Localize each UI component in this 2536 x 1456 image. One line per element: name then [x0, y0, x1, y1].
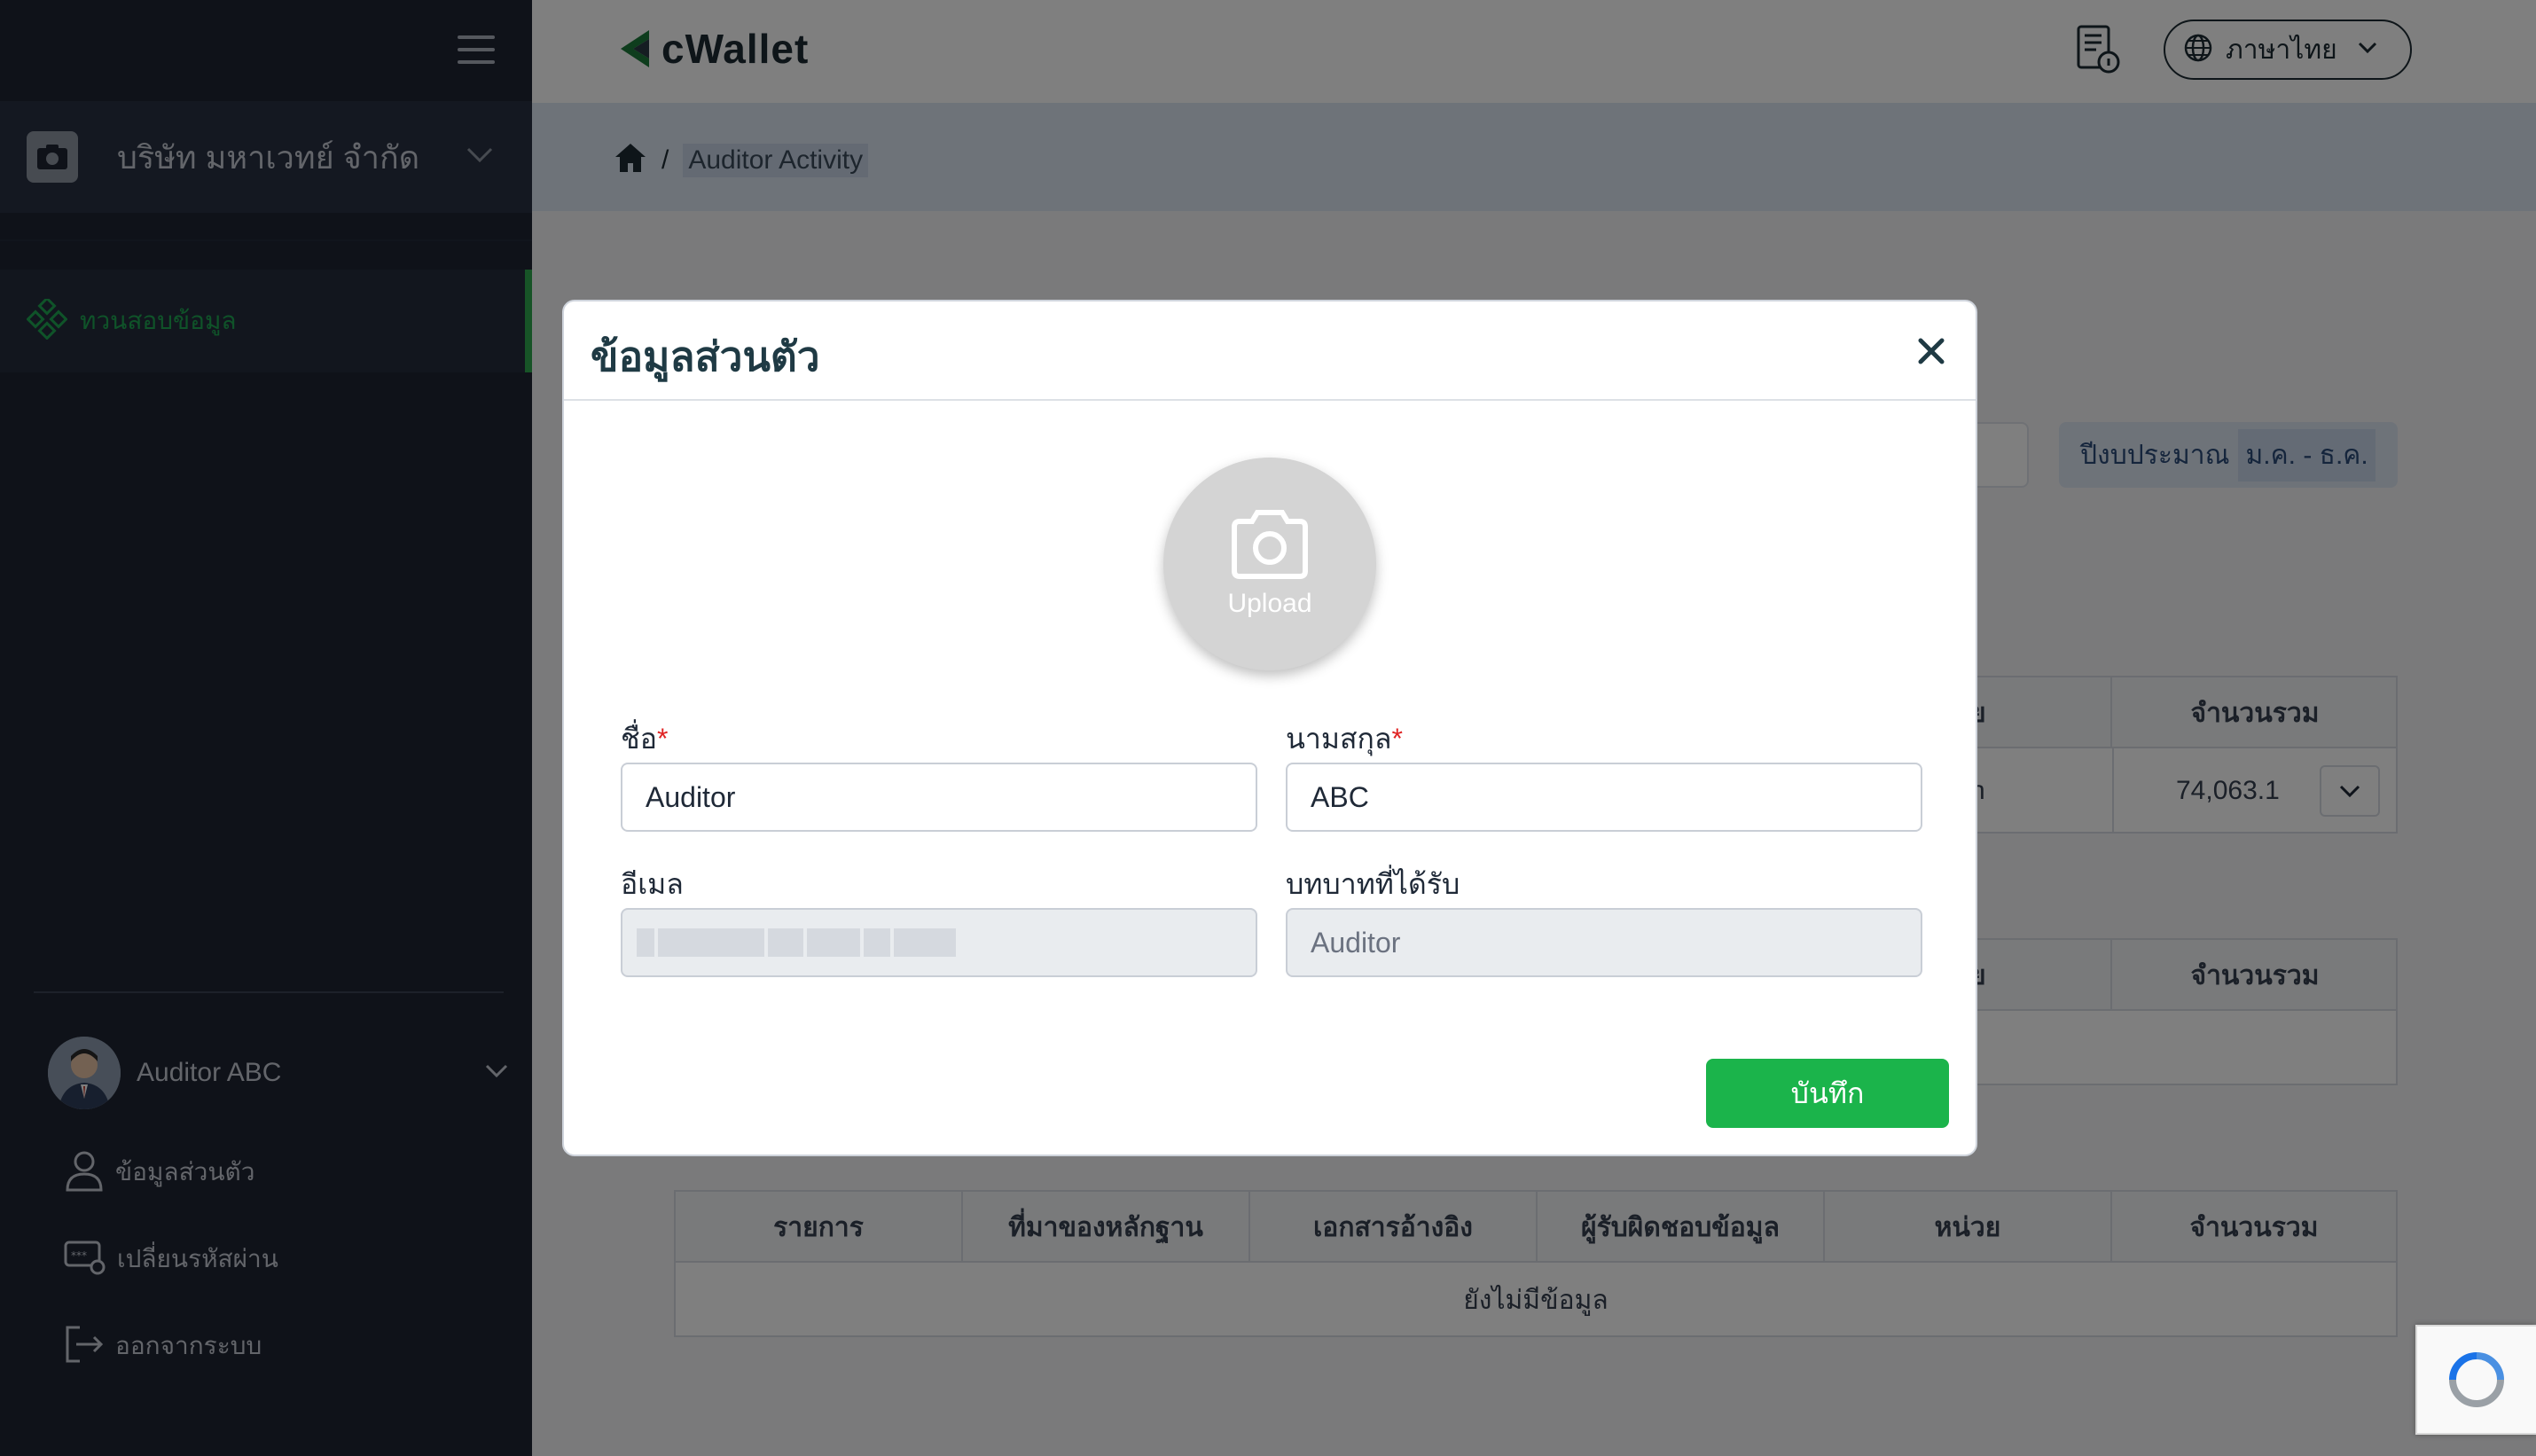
profile-modal: ข้อมูลส่วนตัว Upload ชื่อ* Auditor นามสก…: [562, 300, 1977, 1156]
role-label: บทบาทที่ได้รับ: [1286, 868, 1460, 900]
recaptcha-badge[interactable]: [2415, 1325, 2536, 1435]
modal-title: ข้อมูลส่วนตัว: [591, 333, 820, 380]
role-field: Auditor: [1286, 908, 1922, 977]
redacted-email: [637, 928, 959, 957]
last-name-label: นามสกุล*: [1286, 723, 1403, 755]
recaptcha-icon: [2449, 1352, 2504, 1407]
last-name-field[interactable]: ABC: [1286, 763, 1922, 832]
first-name-field[interactable]: Auditor: [621, 763, 1257, 832]
email-label: อีเมล: [621, 868, 684, 900]
camera-icon: [1232, 510, 1308, 579]
save-button[interactable]: บันทึก: [1706, 1059, 1949, 1128]
avatar-upload-button[interactable]: Upload: [1163, 458, 1376, 670]
email-field: [621, 908, 1257, 977]
close-icon[interactable]: [1914, 333, 1949, 369]
upload-label: Upload: [1227, 589, 1312, 618]
first-name-label: ชื่อ*: [621, 723, 669, 755]
